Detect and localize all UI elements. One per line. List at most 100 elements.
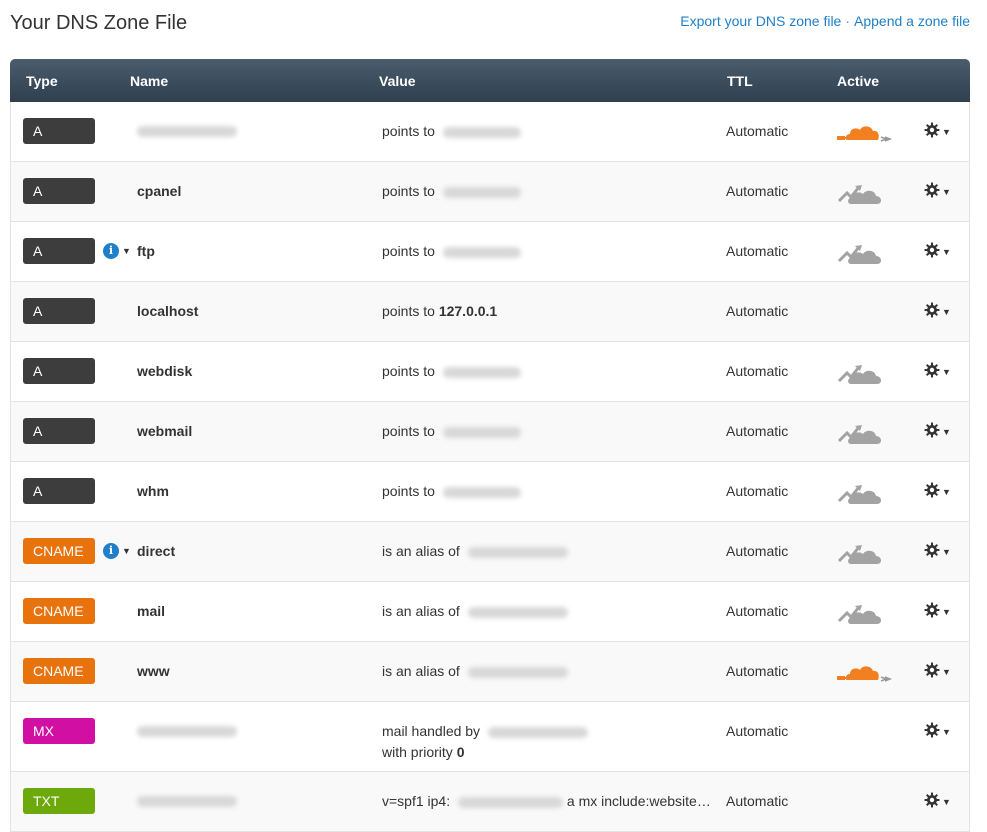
record-settings-button[interactable]: ▼ <box>924 542 951 561</box>
record-ttl: Automatic <box>726 483 789 499</box>
table-row: Alocalhost points to 127.0.0.1 Automatic ▼ <box>10 282 970 342</box>
table-row: Awebmail points to Automatic ▼ <box>10 402 970 462</box>
column-header-ttl[interactable]: TTL <box>727 73 753 89</box>
gear-icon <box>924 542 940 561</box>
export-zone-link[interactable]: Export your DNS zone file <box>680 13 841 29</box>
record-ttl: Automatic <box>726 303 789 319</box>
record-value-content: 127.0.0.1 <box>438 303 498 319</box>
info-icon: i <box>103 543 119 559</box>
record-value-redacted <box>467 546 568 558</box>
record-settings-button[interactable]: ▼ <box>924 182 951 201</box>
record-type-badge: A <box>23 358 95 384</box>
record-settings-button[interactable]: ▼ <box>924 662 951 681</box>
record-ttl: Automatic <box>726 363 789 379</box>
column-header-type[interactable]: Type <box>26 73 58 89</box>
record-name: cpanel <box>137 183 182 199</box>
record-settings-button[interactable]: ▼ <box>924 482 951 501</box>
priority-value: 0 <box>456 744 465 760</box>
gear-icon <box>924 422 940 441</box>
chevron-down-icon: ▼ <box>122 246 131 256</box>
proxy-off-cloud-icon[interactable] <box>833 596 893 629</box>
record-ttl: Automatic <box>726 123 789 139</box>
record-value-prefix: mail handled by <box>382 723 481 739</box>
record-value-suffix: a mx include:website… <box>566 793 711 809</box>
record-value-prefix: points to <box>382 303 435 319</box>
record-value-prefix: points to <box>382 123 435 139</box>
record-ttl: Automatic <box>726 183 789 199</box>
proxy-off-cloud-icon[interactable] <box>833 356 893 389</box>
record-value-prefix: is an alias of <box>382 543 460 559</box>
record-ttl: Automatic <box>726 723 789 739</box>
record-type-badge: A <box>23 418 95 444</box>
record-value-redacted <box>458 796 563 808</box>
dns-records-table: Type Name Value TTL Active Apoints to Au… <box>10 59 970 832</box>
table-row: Apoints to Automatic ▼ <box>10 102 970 162</box>
record-value: is an alias of <box>382 543 568 559</box>
record-type-badge: TXT <box>23 788 95 814</box>
record-ttl: Automatic <box>726 663 789 679</box>
record-name: webdisk <box>137 363 193 379</box>
priority-label: with priority <box>382 744 453 760</box>
table-row: MX mail handled by with priority 0 Automat… <box>10 702 970 772</box>
record-type-badge: A <box>23 298 95 324</box>
proxy-on-cloud-icon[interactable] <box>833 656 893 689</box>
record-value-prefix: points to <box>382 363 435 379</box>
record-value-redacted <box>467 606 568 618</box>
record-value: mail handled by <box>382 723 588 739</box>
proxy-off-cloud-icon[interactable] <box>833 236 893 269</box>
record-settings-button[interactable]: ▼ <box>924 792 951 811</box>
record-settings-button[interactable]: ▼ <box>924 242 951 261</box>
record-ttl: Automatic <box>726 243 789 259</box>
record-value: points to <box>382 243 521 259</box>
record-ttl: Automatic <box>726 543 789 559</box>
record-name-redacted <box>137 126 237 137</box>
record-value-prefix: points to <box>382 483 435 499</box>
chevron-down-icon: ▼ <box>942 306 951 317</box>
proxy-off-cloud-icon[interactable] <box>833 476 893 509</box>
record-ttl: Automatic <box>726 793 789 809</box>
record-name: mail <box>137 603 166 619</box>
record-ttl: Automatic <box>726 603 789 619</box>
proxy-off-cloud-icon[interactable] <box>833 416 893 449</box>
record-value-prefix: is an alias of <box>382 663 460 679</box>
column-header-active: Active <box>837 73 880 89</box>
record-value: points to <box>382 123 521 139</box>
chevron-down-icon: ▼ <box>942 126 951 137</box>
record-value-prefix: points to <box>382 183 435 199</box>
record-value: points to <box>382 483 521 499</box>
record-info-button[interactable]: i ▼ <box>103 543 131 559</box>
gear-icon <box>924 302 940 321</box>
record-value-prefix: is an alias of <box>382 603 460 619</box>
proxy-off-cloud-icon[interactable] <box>833 176 893 209</box>
record-priority: with priority 0 <box>382 744 464 760</box>
record-settings-button[interactable]: ▼ <box>924 722 951 741</box>
table-row: CNAME mail is an alias of Automatic ▼ <box>10 582 970 642</box>
record-value-redacted <box>442 126 521 138</box>
record-type-badge: A <box>23 178 95 204</box>
info-icon: i <box>103 243 119 259</box>
table-row: Ai ▼ ftp points to Automatic ▼ <box>10 222 970 282</box>
append-zone-link[interactable]: Append a zone file <box>854 13 970 29</box>
record-settings-button[interactable]: ▼ <box>924 362 951 381</box>
proxy-on-cloud-icon[interactable] <box>833 116 893 149</box>
gear-icon <box>924 242 940 261</box>
record-value: points to <box>382 183 521 199</box>
gear-icon <box>924 362 940 381</box>
record-settings-button[interactable]: ▼ <box>924 602 951 621</box>
record-name: ftp <box>137 243 155 259</box>
record-type-badge: CNAME <box>23 538 95 564</box>
record-value: points to 127.0.0.1 <box>382 303 497 319</box>
record-value-redacted <box>442 486 521 498</box>
record-type-badge: A <box>23 238 95 264</box>
record-info-button[interactable]: i ▼ <box>103 243 131 259</box>
record-settings-button[interactable]: ▼ <box>924 302 951 321</box>
chevron-down-icon: ▼ <box>942 486 951 497</box>
record-settings-button[interactable]: ▼ <box>924 122 951 141</box>
proxy-off-cloud-icon[interactable] <box>833 536 893 569</box>
record-name: direct <box>137 543 176 559</box>
record-value-redacted <box>442 246 521 258</box>
column-header-value[interactable]: Value <box>379 73 416 89</box>
record-value-prefix: points to <box>382 243 435 259</box>
record-settings-button[interactable]: ▼ <box>924 422 951 441</box>
column-header-name[interactable]: Name <box>130 73 168 89</box>
